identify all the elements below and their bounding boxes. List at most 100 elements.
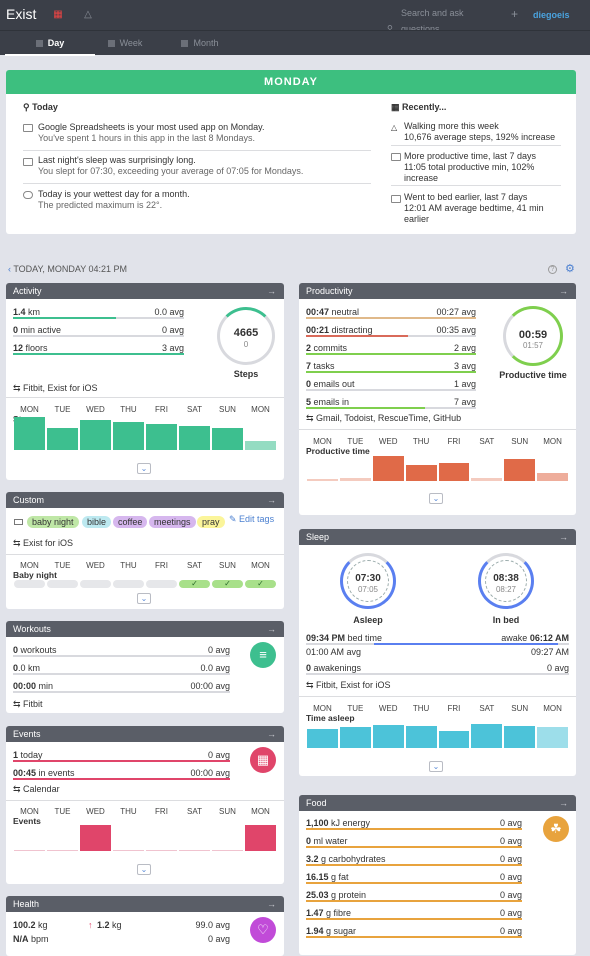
divider: [23, 150, 371, 151]
chart-bar[interactable]: [307, 479, 338, 481]
insight-line: Today is your wettest day for a month.: [38, 189, 190, 199]
heart-rate-row[interactable]: N/A bpm 0 avg: [13, 934, 230, 946]
chart-bar[interactable]: [438, 462, 470, 481]
chart-bar[interactable]: [14, 416, 45, 450]
panel-header[interactable]: Food →: [299, 795, 576, 811]
chart-bar[interactable]: [504, 725, 536, 748]
walking-icon: △: [391, 123, 398, 132]
metric-unit: workouts: [18, 645, 57, 655]
steps-chart: [6, 283, 284, 480]
delta-value: 1.2: [97, 920, 110, 930]
laptop-icon: [391, 153, 401, 161]
chart-bar[interactable]: [372, 456, 404, 481]
tab-month[interactable]: Month: [155, 31, 245, 56]
day-pill[interactable]: [146, 580, 177, 588]
weight-row[interactable]: 100.2 kg ↑ 1.2 kg 99.0 avg: [13, 920, 230, 932]
panel-title: Workouts: [13, 624, 51, 634]
metric-row[interactable]: 1.94 g sugar 0 avg: [306, 926, 522, 938]
chart-bar[interactable]: [245, 440, 276, 450]
gear-icon[interactable]: ⚙: [565, 264, 575, 275]
metric-value: 1.47: [306, 908, 324, 918]
metric-avg: 0 avg: [499, 872, 522, 882]
arrow-right-icon[interactable]: →: [267, 896, 276, 912]
chart-bar[interactable]: [212, 850, 243, 851]
add-icon[interactable]: +: [511, 7, 518, 21]
expand-chart-button[interactable]: ⌄: [137, 463, 151, 474]
metric-row[interactable]: 1.47 g fibre 0 avg: [306, 908, 522, 920]
metric-unit: g carbohydrates: [318, 854, 386, 864]
username-link[interactable]: diegoeis: [533, 10, 570, 20]
divider: [391, 145, 561, 146]
day-pill[interactable]: [80, 580, 111, 588]
divider: [23, 183, 371, 184]
metric-bar: [306, 918, 522, 920]
chart-bar[interactable]: [14, 850, 45, 851]
metric-avg: 0 avg: [499, 926, 522, 936]
pin-icon: ⚲: [23, 102, 33, 112]
chart-bar[interactable]: [80, 825, 111, 851]
metric-value: 1.94: [306, 926, 324, 936]
breadcrumb[interactable]: ‹ TODAY, MONDAY 04:21 PM: [8, 264, 127, 274]
day-pill[interactable]: [14, 580, 45, 588]
arrow-right-icon[interactable]: →: [559, 795, 568, 811]
trend-detail: increase: [404, 173, 439, 183]
dashboard-icon[interactable]: ▦: [52, 9, 64, 21]
chart-bar[interactable]: [146, 850, 177, 851]
chart-bar[interactable]: [212, 427, 243, 450]
expand-chart-button[interactable]: ⌄: [429, 493, 443, 504]
metric-row[interactable]: 00:00 min 00:00 avg: [13, 681, 230, 693]
trend-detail: earlier: [404, 214, 430, 224]
flask-icon[interactable]: △: [82, 9, 94, 21]
expand-chart-button[interactable]: ⌄: [137, 864, 151, 875]
metric-row[interactable]: 16.15 g fat 0 avg: [306, 872, 522, 884]
metric-row[interactable]: 0 ml water 0 avg: [306, 836, 522, 848]
chart-bar[interactable]: [504, 458, 536, 481]
chart-bar[interactable]: [339, 478, 371, 481]
chart-bar[interactable]: [405, 465, 437, 481]
app-logo[interactable]: Exist: [6, 6, 36, 22]
metric-value: 25.03: [306, 890, 329, 900]
metric-unit: ml water: [311, 836, 348, 846]
chart-bar[interactable]: [179, 425, 210, 450]
chart-bar[interactable]: [471, 478, 503, 481]
chart-bar[interactable]: [80, 420, 111, 450]
chart-bar[interactable]: [47, 850, 78, 851]
panel-header[interactable]: Health →: [6, 896, 284, 912]
chart-bar[interactable]: [405, 725, 437, 748]
chart-bar[interactable]: [339, 726, 371, 748]
day-pill[interactable]: ✓: [212, 580, 243, 588]
day-pill[interactable]: [113, 580, 144, 588]
metric-avg: 0 avg: [499, 854, 522, 864]
day-pill[interactable]: ✓: [179, 580, 210, 588]
metric-row[interactable]: 3.2 g carbohydrates 0 avg: [306, 854, 522, 866]
expand-chart-button[interactable]: ⌄: [137, 593, 151, 604]
recently-title: Recently...: [402, 102, 447, 112]
arrow-right-icon[interactable]: →: [267, 621, 276, 637]
panel-header[interactable]: Workouts →: [6, 621, 284, 637]
day-pill[interactable]: ✓: [245, 580, 276, 588]
expand-chart-button[interactable]: ⌄: [429, 761, 443, 772]
chart-bar[interactable]: [537, 726, 568, 748]
chart-bar[interactable]: [438, 731, 470, 748]
metric-row[interactable]: 25.03 g protein 0 avg: [306, 890, 522, 902]
chart-bar[interactable]: [245, 825, 276, 851]
chart-bar[interactable]: [113, 422, 144, 450]
trend-detail: 12:01 AM average bedtime, 41 min: [404, 203, 544, 213]
chart-bar[interactable]: [307, 728, 338, 748]
day-pill[interactable]: [47, 580, 78, 588]
chart-bar[interactable]: [146, 424, 177, 450]
metric-row[interactable]: 1,100 kJ energy 0 avg: [306, 818, 522, 830]
chart-bar[interactable]: [113, 850, 144, 851]
chart-bar[interactable]: [47, 427, 78, 450]
metric-row[interactable]: 0.0 km 0.0 avg: [13, 663, 230, 675]
chart-bar[interactable]: [372, 725, 404, 748]
metric-row[interactable]: 0 workouts 0 avg: [13, 645, 230, 657]
chart-bar[interactable]: [179, 850, 210, 851]
chart-bar[interactable]: [471, 724, 503, 748]
metric-bar: [306, 828, 522, 830]
chart-bar[interactable]: [537, 473, 568, 481]
metric-value: 1,100: [306, 818, 329, 828]
help-icon[interactable]: ?: [548, 265, 557, 274]
metric-avg: 0 avg: [207, 645, 230, 655]
bed-icon: [391, 195, 401, 203]
